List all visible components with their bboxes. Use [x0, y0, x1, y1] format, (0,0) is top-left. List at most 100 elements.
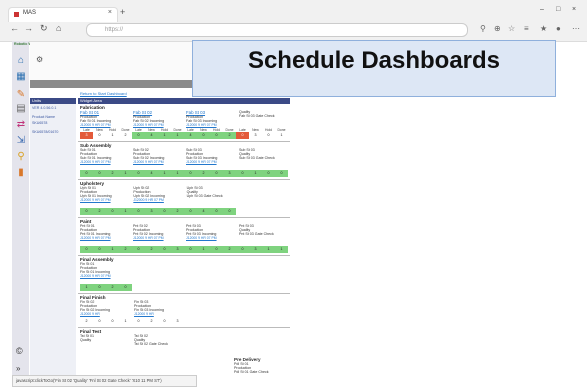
stat-cell[interactable]: 1: [171, 170, 184, 177]
stat-cell[interactable]: 0: [80, 246, 93, 253]
collections-icon[interactable]: ≡: [524, 24, 529, 33]
stat-cell[interactable]: 0: [262, 170, 275, 177]
stat-cell[interactable]: 0: [184, 170, 197, 177]
stat-cell[interactable]: 0: [132, 170, 145, 177]
stat-cell[interactable]: 3: [171, 246, 184, 253]
stat-cell[interactable]: 0: [210, 246, 223, 253]
stat-cell[interactable]: 1: [262, 246, 275, 253]
stat-cell[interactable]: 2: [145, 318, 158, 325]
home-icon[interactable]: ⌂: [56, 23, 61, 33]
stat-cell[interactable]: 1: [106, 132, 119, 139]
station-time[interactable]: J12000 9 HR 07 PM: [133, 236, 182, 240]
stat-cell[interactable]: 0: [132, 246, 145, 253]
close-window-icon[interactable]: ×: [572, 6, 576, 13]
stat-cell[interactable]: 0: [197, 132, 210, 139]
station-time[interactable]: J12000 9 HR 07 PM: [186, 160, 235, 164]
search-nav-icon[interactable]: ⚲: [15, 151, 27, 163]
stat-cell[interactable]: 2: [106, 284, 119, 291]
stat-cell[interactable]: 3: [249, 246, 262, 253]
favorites-bar-icon[interactable]: ★: [540, 24, 547, 33]
trash-icon[interactable]: ▤: [15, 103, 27, 115]
stat-cell[interactable]: 3: [249, 132, 262, 139]
more-icon[interactable]: ⋯: [572, 24, 580, 33]
stat-cell[interactable]: 1: [80, 284, 93, 291]
stat-cell[interactable]: 0: [158, 208, 171, 215]
stat-cell[interactable]: 1: [249, 170, 262, 177]
stat-cell[interactable]: 2: [223, 246, 236, 253]
address-bar[interactable]: https://: [86, 23, 468, 37]
station-time[interactable]: J12000 9 HR 07 PM: [80, 123, 129, 127]
stat-cell[interactable]: 0: [210, 208, 223, 215]
settings-icon[interactable]: ⚙: [36, 55, 43, 64]
stat-cell[interactable]: 0: [262, 132, 275, 139]
stat-cell[interactable]: 2: [119, 132, 132, 139]
stat-cell[interactable]: 0: [119, 284, 132, 291]
stat-cell[interactable]: 1: [158, 170, 171, 177]
stat-cell[interactable]: 2: [197, 170, 210, 177]
browser-tab[interactable]: MAS ×: [8, 7, 118, 22]
stat-cell[interactable]: 0: [223, 208, 236, 215]
back-icon[interactable]: ←: [10, 23, 19, 33]
stat-cell[interactable]: 0: [106, 208, 119, 215]
stat-cell[interactable]: 0: [158, 246, 171, 253]
stat-cell[interactable]: 0: [275, 170, 288, 177]
minimize-icon[interactable]: –: [540, 6, 544, 13]
favorite-icon[interactable]: ☆: [508, 24, 515, 33]
stat-cell[interactable]: 0: [236, 246, 249, 253]
stat-cell[interactable]: 1: [158, 132, 171, 139]
station-time[interactable]: J12000 9 HR 07 PM: [186, 236, 235, 240]
stat-cell[interactable]: 4: [184, 132, 197, 139]
station-time[interactable]: J12000 9 HR: [134, 312, 184, 316]
stat-cell[interactable]: 0: [80, 170, 93, 177]
stat-cell[interactable]: 0: [132, 208, 145, 215]
expand-icon[interactable]: »: [16, 364, 20, 373]
transfer-icon[interactable]: ⇄: [15, 119, 27, 131]
stat-cell[interactable]: 4: [197, 208, 210, 215]
refresh-icon[interactable]: ↻: [40, 23, 48, 34]
stat-cell[interactable]: 2: [80, 318, 93, 325]
stat-cell[interactable]: 0: [210, 132, 223, 139]
profile-icon[interactable]: ●: [556, 24, 561, 33]
stat-cell[interactable]: 0: [184, 246, 197, 253]
stat-cell[interactable]: 1: [119, 170, 132, 177]
chart-icon[interactable]: ▮: [15, 167, 27, 179]
zoom-icon[interactable]: ⊕: [494, 24, 501, 33]
stat-cell[interactable]: 1: [119, 318, 132, 325]
stat-cell[interactable]: 0: [210, 170, 223, 177]
stat-cell[interactable]: 0: [93, 284, 106, 291]
stat-cell[interactable]: 0: [93, 246, 106, 253]
stat-cell[interactable]: 2: [171, 208, 184, 215]
stat-cell[interactable]: 1: [106, 246, 119, 253]
stat-cell[interactable]: 0: [158, 318, 171, 325]
stat-cell[interactable]: 0: [236, 132, 249, 139]
stat-cell[interactable]: 4: [145, 132, 158, 139]
stat-cell[interactable]: 0: [132, 318, 145, 325]
stat-cell[interactable]: 0: [80, 208, 93, 215]
search-icon[interactable]: ⚲: [480, 24, 486, 33]
stat-cell[interactable]: 0: [132, 132, 145, 139]
stat-cell[interactable]: 4: [145, 170, 158, 177]
wrench-icon[interactable]: ✎: [15, 89, 27, 101]
stat-cell[interactable]: 0: [93, 132, 106, 139]
station-time[interactable]: J12000 9 HR 07 PM: [186, 123, 235, 127]
stat-cell[interactable]: 2: [145, 246, 158, 253]
stat-cell[interactable]: 0: [106, 318, 119, 325]
stat-cell[interactable]: 1: [275, 132, 288, 139]
stat-cell[interactable]: 2: [119, 246, 132, 253]
new-tab-button[interactable]: +: [120, 7, 125, 17]
station-time[interactable]: J12000 9 HR: [80, 312, 130, 316]
station-time[interactable]: J12000 9 HR 07 PM: [80, 236, 129, 240]
stat-cell[interactable]: 0: [184, 208, 197, 215]
station-time[interactable]: J12000 9 HR 07 PM: [133, 198, 182, 202]
stat-cell[interactable]: 3: [223, 170, 236, 177]
breadcrumb[interactable]: Return to Start Dashboard: [80, 91, 127, 96]
stat-cell[interactable]: 0: [236, 170, 249, 177]
stat-cell[interactable]: 2: [93, 208, 106, 215]
calendar-icon[interactable]: ▦: [15, 71, 27, 83]
stat-cell[interactable]: 3: [145, 208, 158, 215]
stat-cell[interactable]: 2: [223, 132, 236, 139]
order-label[interactable]: SKU6578/01670: [30, 126, 76, 135]
stat-cell[interactable]: 1: [119, 208, 132, 215]
home-nav-icon[interactable]: ⌂: [15, 55, 27, 67]
stat-cell[interactable]: 0: [93, 170, 106, 177]
